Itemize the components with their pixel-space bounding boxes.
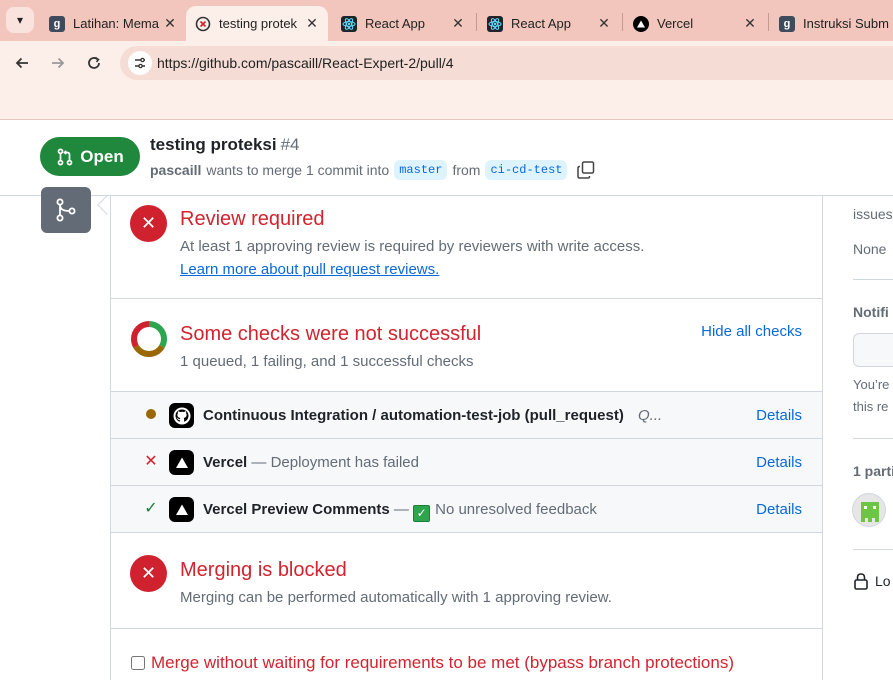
merge-box: ✕ Review required At least 1 approving r… [110, 196, 823, 680]
pr-author-link[interactable]: pascaill [150, 162, 201, 178]
sidebar-issues-label: issues [853, 206, 893, 222]
tab-close-icon[interactable]: ✕ [740, 15, 760, 32]
browser-tab[interactable]: g Instruksi Subm [770, 6, 893, 41]
url-text[interactable]: https://github.com/pascaill/React-Expert… [157, 55, 453, 71]
address-bar[interactable]: https://github.com/pascaill/React-Expert… [120, 46, 893, 80]
vercel-icon [169, 497, 194, 522]
checks-title: Some checks were not successful [180, 323, 482, 345]
x-circle-icon: ✕ [130, 205, 167, 242]
tab-search-chevron-icon[interactable]: ▾ [6, 7, 34, 33]
dicoding-icon: g [779, 15, 795, 32]
sidebar-notif-text: this re [853, 399, 889, 414]
merging-blocked-section: ✕ Merging is blocked Merging can be perf… [111, 533, 822, 629]
browser-tab[interactable]: Vercel ✕ [624, 6, 766, 41]
sidebar-notifications-label: Notifi [853, 304, 889, 320]
site-info-icon[interactable] [128, 51, 152, 75]
merging-blocked-desc: Merging can be performed automatically w… [180, 589, 612, 606]
learn-more-reviews-link[interactable]: Learn more about pull request reviews. [180, 261, 439, 278]
pr-sidebar: issues None Notifi You’re this re 1 part… [823, 196, 893, 680]
tab-separator [768, 13, 769, 31]
queued-dot-icon [143, 406, 159, 422]
check-details-link[interactable]: Details [756, 501, 802, 518]
browser-tabstrip: ▾ g Latihan: Mema ✕ testing protek ✕ Rea… [0, 0, 893, 41]
bookmarks-bar [0, 86, 893, 120]
x-icon: ✕ [144, 453, 158, 470]
dicoding-icon: g [49, 15, 65, 32]
check-row: ✓ Vercel Preview Comments — ✓ No unresolv… [111, 486, 822, 533]
bypass-protections-option[interactable]: Merge without waiting for requirements t… [131, 653, 734, 673]
vercel-icon [169, 450, 194, 475]
sidebar-notif-text: You’re [853, 377, 890, 392]
copy-icon[interactable] [576, 160, 596, 180]
vercel-icon [633, 15, 649, 32]
check-icon: ✓ [144, 500, 158, 517]
react-icon [341, 15, 357, 32]
reload-icon[interactable] [82, 51, 106, 75]
react-icon [487, 15, 503, 32]
checks-section: Some checks were not successful 1 queued… [111, 299, 822, 392]
browser-tab-active[interactable]: testing protek ✕ [186, 6, 328, 41]
checks-donut-icon [131, 321, 167, 357]
browser-tab[interactable]: React App ✕ [478, 6, 620, 41]
green-checkbox-icon: ✓ [413, 504, 431, 522]
check-row: ✕ Vercel — Deployment has failed Details [111, 439, 822, 486]
lock-icon [854, 573, 868, 590]
head-branch-label[interactable]: ci-cd-test [485, 160, 568, 180]
base-branch-label[interactable]: master [394, 160, 448, 180]
check-name: Vercel — Deployment has failed [203, 454, 419, 471]
sidebar-divider [853, 549, 893, 550]
github-loading-icon [195, 16, 211, 32]
check-name: Continuous Integration / automation-test… [203, 407, 663, 424]
checks-summary: 1 queued, 1 failing, and 1 successful ch… [180, 353, 474, 370]
check-details-link[interactable]: Details [756, 454, 802, 471]
tab-close-icon[interactable]: ✕ [302, 15, 322, 32]
pr-state-badge: Open [40, 137, 140, 176]
browser-tab[interactable]: g Latihan: Mema ✕ [40, 6, 186, 41]
pr-title: testing proteksi #4 [150, 135, 300, 154]
pr-subtitle: pascaill wants to merge 1 commit into ma… [150, 160, 596, 180]
tab-close-icon[interactable]: ✕ [160, 15, 180, 32]
lock-conversation-button[interactable]: Lo [853, 572, 891, 590]
x-circle-icon: ✕ [130, 555, 167, 592]
github-icon [169, 403, 194, 428]
browser-tab[interactable]: React App ✕ [332, 6, 474, 41]
browser-toolbar: https://github.com/pascaill/React-Expert… [0, 41, 893, 86]
check-name: Vercel Preview Comments — ✓ No unresolved… [203, 501, 597, 522]
avatar[interactable] [852, 493, 886, 527]
subscribe-button[interactable] [853, 333, 893, 367]
tab-close-icon[interactable]: ✕ [448, 15, 468, 32]
hide-all-checks-button[interactable]: Hide all checks [701, 323, 802, 340]
tab-separator [622, 13, 623, 31]
tab-close-icon[interactable]: ✕ [594, 15, 614, 32]
check-details-link[interactable]: Details [756, 407, 802, 424]
sidebar-divider [853, 279, 893, 280]
review-required-section: ✕ Review required At least 1 approving r… [111, 196, 822, 299]
merging-blocked-title: Merging is blocked [180, 559, 347, 581]
review-required-desc: At least 1 approving review is required … [180, 238, 645, 255]
review-required-title: Review required [180, 208, 325, 230]
git-merge-icon [41, 187, 91, 233]
bypass-checkbox[interactable] [131, 656, 145, 670]
pr-number: #4 [280, 135, 300, 154]
tab-separator [476, 13, 477, 31]
sidebar-divider [853, 438, 893, 439]
git-pull-request-icon [57, 148, 73, 165]
sidebar-participants-label: 1 parti [853, 463, 893, 479]
sidebar-issues-value: None [853, 241, 887, 257]
pr-sticky-header: Open testing proteksi #4 pascaill wants t… [0, 121, 893, 196]
check-row: Continuous Integration / automation-test… [111, 392, 822, 439]
forward-arrow-icon[interactable] [46, 51, 70, 75]
back-arrow-icon[interactable] [10, 51, 34, 75]
